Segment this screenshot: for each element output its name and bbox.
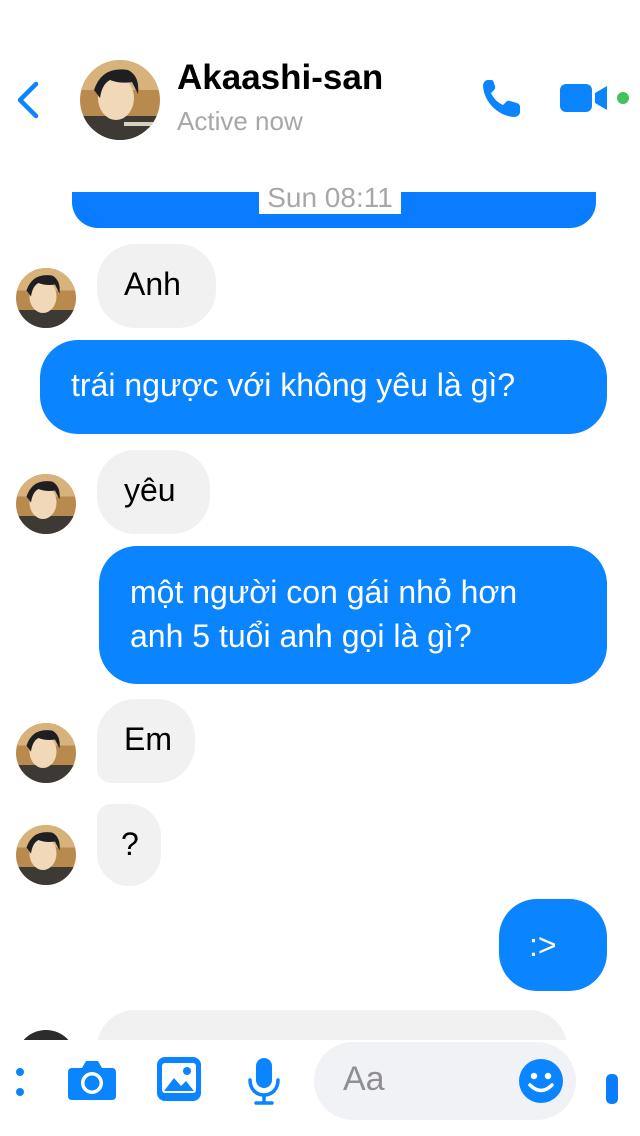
- timestamp: Sun 08:11: [0, 182, 640, 214]
- message-text: trái ngược với không yêu là gì?: [71, 367, 516, 403]
- microphone-icon: [248, 1058, 280, 1105]
- avatar-image: [80, 60, 160, 140]
- more-icon: [16, 1068, 24, 1096]
- message-text: Anh: [124, 266, 181, 302]
- sender-avatar[interactable]: [16, 825, 76, 885]
- back-button[interactable]: [14, 78, 44, 122]
- chevron-left-icon: [17, 81, 39, 119]
- like-button[interactable]: [606, 1074, 618, 1104]
- message-bubble-incoming[interactable]: Anh: [97, 244, 216, 328]
- active-status: Active now: [177, 106, 303, 136]
- avatar-image: [16, 723, 76, 783]
- message-text: :>: [529, 927, 557, 963]
- message-input-placeholder: Aa: [343, 1060, 385, 1098]
- phone-icon: [483, 80, 520, 117]
- voice-message-button[interactable]: [246, 1056, 282, 1106]
- emoji-icon: [519, 1059, 563, 1103]
- video-camera-icon: [560, 84, 607, 112]
- contact-name: Akaashi-san: [177, 58, 384, 97]
- avatar-image: [16, 825, 76, 885]
- message-text-line: anh 5 tuổi anh gọi là gì?: [130, 618, 472, 654]
- gallery-button[interactable]: [156, 1056, 202, 1102]
- audio-call-button[interactable]: [478, 74, 526, 122]
- message-text-line: một người con gái nhỏ hơn: [130, 574, 518, 610]
- message-bubble-incoming[interactable]: Em: [97, 699, 195, 783]
- sender-avatar[interactable]: [16, 723, 76, 783]
- message-bubble-outgoing[interactable]: trái ngược với không yêu là gì?: [40, 340, 607, 434]
- message-bubble-incoming[interactable]: ?: [97, 804, 161, 886]
- more-actions-button[interactable]: [16, 1062, 26, 1102]
- online-indicator: [617, 92, 629, 104]
- message-text: yêu: [124, 472, 176, 508]
- message-text: ?: [121, 826, 139, 862]
- emoji-button[interactable]: [518, 1058, 564, 1104]
- chat-header: Akaashi-san Active now: [0, 0, 640, 160]
- avatar-image: [16, 268, 76, 328]
- contact-avatar[interactable]: [80, 60, 160, 140]
- sender-avatar[interactable]: [16, 268, 76, 328]
- image-icon: [157, 1057, 201, 1101]
- camera-button[interactable]: [66, 1056, 118, 1104]
- message-bubble-outgoing[interactable]: :>: [499, 899, 607, 991]
- avatar-image: [16, 474, 76, 534]
- video-call-button[interactable]: [558, 80, 614, 116]
- message-text: Em: [124, 721, 172, 757]
- message-bubble-incoming[interactable]: yêu: [97, 450, 210, 534]
- camera-icon: [68, 1061, 116, 1100]
- sender-avatar[interactable]: [16, 474, 76, 534]
- message-bubble-outgoing[interactable]: một người con gái nhỏ hơn anh 5 tuổi anh…: [99, 546, 607, 684]
